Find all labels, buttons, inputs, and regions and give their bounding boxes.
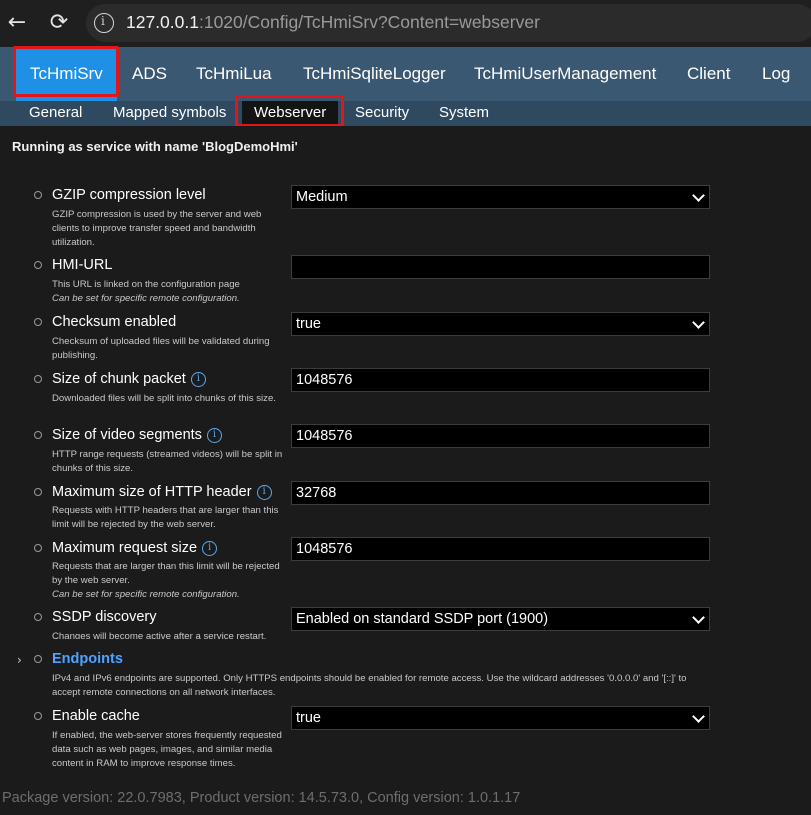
chunk-packet-input[interactable]: 1048576 <box>291 368 710 392</box>
hmi-url-input[interactable] <box>291 255 710 279</box>
tab-ads[interactable]: ADS <box>132 47 167 101</box>
chevron-down-icon <box>692 316 705 329</box>
bullet-icon <box>34 431 42 439</box>
bullet-icon <box>34 655 42 663</box>
checksum-select[interactable]: true <box>291 312 710 336</box>
chevron-down-icon <box>692 611 705 624</box>
hmi-url-label: HMI-URL <box>52 257 113 273</box>
settings-panel: Running as service with name 'BlogDemoHm… <box>0 126 811 786</box>
chevron-down-icon <box>692 189 705 202</box>
hmi-url-desc: This URL is linked on the configuration … <box>52 279 240 304</box>
chunk-packet-desc: Downloaded files will be split into chun… <box>52 393 276 404</box>
main-tab-bar: TcHmiSrv ADS TcHmiLua TcHmiSqliteLogger … <box>0 47 811 101</box>
ssdp-desc: Changes will become active after a servi… <box>52 631 267 639</box>
gzip-select[interactable]: Medium <box>291 185 710 209</box>
bullet-icon <box>34 613 42 621</box>
chunk-packet-label: Size of chunk packet i <box>52 371 206 387</box>
endpoints-desc: IPv4 and IPv6 endpoints are supported. O… <box>52 673 687 698</box>
endpoints-link[interactable]: Endpoints <box>52 651 123 667</box>
bullet-icon <box>34 318 42 326</box>
tab-tchmiusermanagement[interactable]: TcHmiUserManagement <box>474 47 656 101</box>
subtab-system[interactable]: System <box>439 101 489 126</box>
browser-toolbar: ← ⟳ 127.0.0.1:1020/Config/TcHmiSrv?Conte… <box>0 0 811 47</box>
tab-client[interactable]: Client <box>687 47 730 101</box>
expand-chevron-icon[interactable]: › <box>17 653 22 667</box>
tab-tchmisrv[interactable]: TcHmiSrv <box>16 47 117 101</box>
chevron-down-icon <box>692 710 705 723</box>
subtab-general[interactable]: General <box>29 101 82 126</box>
subtab-mapped-symbols[interactable]: Mapped symbols <box>113 101 226 126</box>
subtab-security[interactable]: Security <box>355 101 409 126</box>
back-arrow-icon[interactable]: ← <box>2 8 32 38</box>
http-header-desc: Requests with HTTP headers that are larg… <box>52 505 279 530</box>
checksum-label: Checksum enabled <box>52 314 177 330</box>
reload-icon[interactable]: ⟳ <box>44 8 74 38</box>
address-bar[interactable]: 127.0.0.1:1020/Config/TcHmiSrv?Content=w… <box>86 4 811 42</box>
ssdp-label: SSDP discovery <box>52 609 157 625</box>
subtab-webserver[interactable]: Webserver <box>242 101 339 126</box>
info-icon[interactable]: i <box>206 428 222 443</box>
site-info-icon[interactable] <box>94 13 114 33</box>
bullet-icon <box>34 544 42 552</box>
version-footer: Package version: 22.0.7983, Product vers… <box>0 786 811 815</box>
service-title: Running as service with name 'BlogDemoHm… <box>12 139 298 154</box>
video-segments-desc: HTTP range requests (streamed videos) wi… <box>52 449 283 474</box>
max-request-input[interactable]: 1048576 <box>291 537 710 561</box>
max-request-label: Maximum request size i <box>52 540 218 556</box>
ssdp-select[interactable]: Enabled on standard SSDP port (1900) <box>291 607 710 631</box>
video-segments-label: Size of video segments i <box>52 427 222 443</box>
gzip-label: GZIP compression level <box>52 187 206 203</box>
bullet-icon <box>34 261 42 269</box>
tab-tchmisqlitelogger[interactable]: TcHmiSqliteLogger <box>303 47 446 101</box>
bullet-icon <box>34 488 42 496</box>
bullet-icon <box>34 191 42 199</box>
bullet-icon <box>34 375 42 383</box>
url-text[interactable]: 127.0.0.1:1020/Config/TcHmiSrv?Content=w… <box>126 12 540 33</box>
cache-label: Enable cache <box>52 708 140 724</box>
video-segments-input[interactable]: 1048576 <box>291 424 710 448</box>
checksum-desc: Checksum of uploaded files will be valid… <box>52 336 270 361</box>
info-icon[interactable]: i <box>190 372 206 387</box>
http-header-label: Maximum size of HTTP header i <box>52 484 272 500</box>
cache-select[interactable]: true <box>291 706 710 730</box>
cache-desc: If enabled, the web-server stores freque… <box>52 730 282 769</box>
info-icon[interactable]: i <box>256 485 272 500</box>
tab-tchmilua[interactable]: TcHmiLua <box>196 47 272 101</box>
sub-tab-bar: General Mapped symbols Webserver Securit… <box>0 101 811 126</box>
bullet-icon <box>34 712 42 720</box>
max-request-desc: Requests that are larger than this limit… <box>52 561 280 600</box>
gzip-desc: GZIP compression is used by the server a… <box>52 209 262 248</box>
info-icon[interactable]: i <box>202 541 218 556</box>
tab-log[interactable]: Log <box>762 47 790 101</box>
http-header-input[interactable]: 32768 <box>291 481 710 505</box>
